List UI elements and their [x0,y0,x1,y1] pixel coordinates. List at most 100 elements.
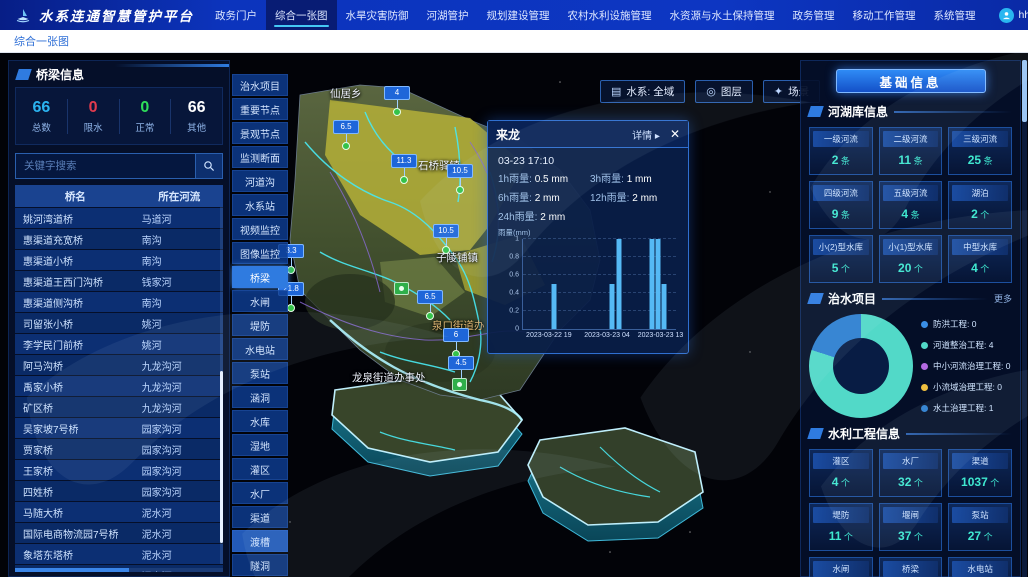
category-item-8[interactable]: 桥梁 [232,266,288,288]
river-cell: 泥水河 [136,505,223,520]
category-item-7[interactable]: 图像监控 [232,242,288,264]
scrollbar-thumb[interactable] [220,371,223,542]
category-item-4[interactable]: 河道沟 [232,170,288,192]
popup-details-link[interactable]: 详情 ▸ [632,127,660,142]
basic-info-tab[interactable]: 基础信息 [836,69,986,93]
nav-item-4[interactable]: 规划建设管理 [478,0,559,30]
scrollbar-thumb[interactable] [15,568,129,572]
info-cell-value: 2 条 [813,153,869,167]
nav-item-8[interactable]: 移动工作管理 [844,0,925,30]
category-item-13[interactable]: 涵洞 [232,386,288,408]
info-cell: 堰闸37 个 [879,503,943,551]
bridge-info-panel: 桥梁信息 66总数0限水0正常66其他 桥名 所在河流 姚河湾道桥马道河惠渠道充… [8,60,230,577]
map-control-label: 水系: 全域 [626,84,674,99]
category-item-11[interactable]: 水电站 [232,338,288,360]
camera-icon[interactable] [394,282,409,295]
category-item-20[interactable]: 隧洞 [232,554,288,576]
table-row[interactable]: 惠渠道充宽桥南沟 [15,229,223,249]
category-item-14[interactable]: 水库 [232,410,288,432]
category-item-16[interactable]: 灌区 [232,458,288,480]
category-item-3[interactable]: 监测断面 [232,146,288,168]
breadcrumb[interactable]: 综合一张图 [14,33,69,49]
table-horizontal-scrollbar[interactable] [15,568,223,572]
category-item-15[interactable]: 湿地 [232,434,288,456]
category-item-17[interactable]: 水厂 [232,482,288,504]
chart-y-tick: 0.4 [509,290,519,297]
category-item-5[interactable]: 水系站 [232,194,288,216]
nav-item-1[interactable]: 综合一张图 [266,0,337,30]
legend-dot [921,384,928,391]
table-row[interactable]: 司留张小桥姚河 [15,313,223,333]
rain-metric-value: 2 mm [540,212,565,223]
nav-item-3[interactable]: 河湖管护 [418,0,478,30]
nav-item-5[interactable]: 农村水利设施管理 [559,0,661,30]
section-header-icon [807,293,824,304]
water-level-marker[interactable]: 10.5 [433,220,459,254]
water-level-marker[interactable]: 4 [384,82,410,116]
table-row[interactable]: 吴家坡7号桥园家沟河 [15,418,223,438]
table-row[interactable]: 禹家小桥九龙沟河 [15,376,223,396]
table-row[interactable]: 阿马沟桥九龙沟河 [15,355,223,375]
table-row[interactable]: 矿区桥九龙沟河 [15,397,223,417]
water-level-marker[interactable]: 6.5 [417,286,443,320]
category-item-19[interactable]: 渡槽 [232,530,288,552]
legend-item-0: 防洪工程: 0 [921,318,1012,330]
info-cell: 堤防11 个 [809,503,873,551]
water-level-marker[interactable]: 11.3 [391,150,417,184]
bridge-name-cell: 李学民门前桥 [15,337,136,352]
map-control-0[interactable]: ▤水系: 全域 [600,80,685,103]
category-item-10[interactable]: 堤防 [232,314,288,336]
table-row[interactable]: 四姓桥园家沟河 [15,481,223,501]
category-item-6[interactable]: 视频监控 [232,218,288,240]
category-item-2[interactable]: 景观节点 [232,122,288,144]
bridge-stats: 66总数0限水0正常66其他 [15,87,223,145]
close-icon[interactable]: ✕ [670,127,680,141]
bridge-name-cell: 姚河湾道桥 [15,211,136,226]
search-button[interactable] [196,153,223,179]
more-link[interactable]: 更多 [994,292,1012,305]
marker-value-tag: 6 [443,328,469,342]
chart-x-tick: 2023-03-23 04 [584,332,630,339]
table-row[interactable]: 贾家桥园家沟河 [15,439,223,459]
table-row[interactable]: 象塔东塔桥泥水河 [15,544,223,564]
rain-metric-0: 1h雨量: 0.5 mm [498,170,586,185]
user-menu[interactable]: hhzb42080201 ∨ [985,8,1028,23]
info-cell-value: 11 个 [813,529,869,543]
table-row[interactable]: 马随大桥泥水河 [15,502,223,522]
rain-metric-value: 2 mm [535,193,560,204]
nav-item-6[interactable]: 水资源与水土保持管理 [661,0,784,30]
camera-icon[interactable] [452,378,467,391]
category-item-18[interactable]: 渠道 [232,506,288,528]
nav-item-0[interactable]: 政务门户 [206,0,266,30]
water-level-marker[interactable]: 10.5 [447,160,473,194]
category-item-1[interactable]: 重要节点 [232,98,288,120]
search-icon [203,160,215,172]
category-item-9[interactable]: 水闸 [232,290,288,312]
legend-dot [921,342,928,349]
search-input[interactable] [15,153,196,179]
page-scrollbar[interactable] [1022,60,1027,577]
table-row[interactable]: 惠渠道侧沟桥南沟 [15,292,223,312]
info-cell-label: 中型水库 [952,239,1008,255]
nav-item-9[interactable]: 系统管理 [925,0,985,30]
bridge-name-cell: 惠渠道小桥 [15,253,136,268]
bridge-name-cell: 惠渠道充宽桥 [15,232,136,247]
info-cell-unit: 个 [838,264,850,274]
table-row[interactable]: 姚河湾道桥马道河 [15,208,223,228]
table-row[interactable]: 惠渠道王西门沟桥钱家河 [15,271,223,291]
river-cell: 南沟 [136,295,223,310]
category-item-0[interactable]: 治水项目 [232,74,288,96]
table-row[interactable]: 李学民门前桥姚河 [15,334,223,354]
legend-dot [921,321,928,328]
scrollbar-thumb[interactable] [1022,60,1027,122]
bridge-table: 桥名 所在河流 姚河湾道桥马道河惠渠道充宽桥南沟惠渠道小桥南沟惠渠道王西门沟桥钱… [15,185,223,572]
water-level-marker[interactable]: 6.5 [333,116,359,150]
nav-item-2[interactable]: 水旱灾害防御 [337,0,418,30]
map-control-1[interactable]: ◎图层 [695,80,753,103]
nav-item-7[interactable]: 政务管理 [784,0,844,30]
table-row[interactable]: 国际电商物流园7号桥泥水河 [15,523,223,543]
table-row[interactable]: 惠渠道小桥南沟 [15,250,223,270]
table-vertical-scrollbar[interactable] [220,207,223,564]
table-row[interactable]: 王家桥园家沟河 [15,460,223,480]
category-item-12[interactable]: 泵站 [232,362,288,384]
